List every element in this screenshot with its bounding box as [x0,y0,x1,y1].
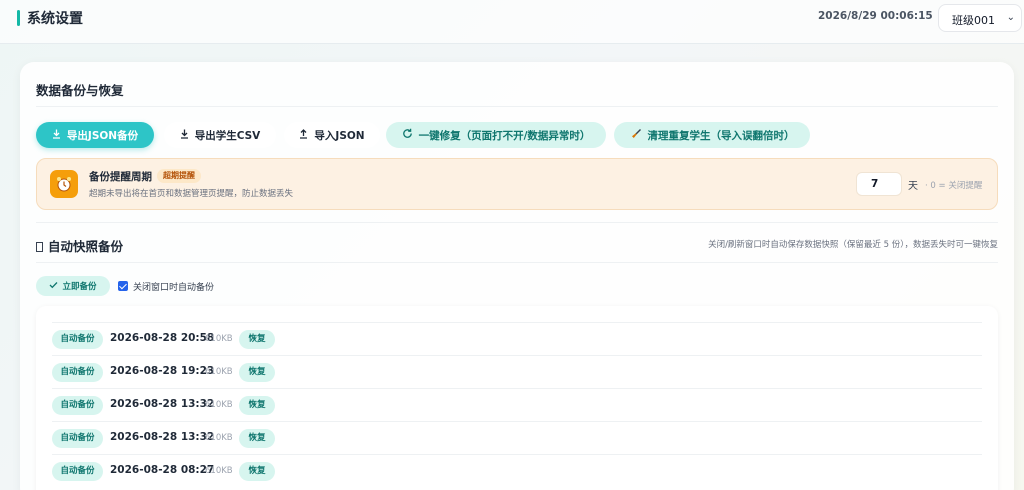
page-title: 系统设置 [27,11,83,27]
auto-backup-title: 自动快照备份 [36,236,123,255]
clean-duplicates-label: 清理重复学生（导入误翻倍时） [647,129,795,142]
snapshot-size: 610KB [205,466,233,476]
divider [36,106,998,107]
auto-backup-tag: 自动备份 [52,363,103,382]
import-json-label: 导入JSON [314,129,365,142]
divider [36,222,998,223]
auto-backup-tag: 自动备份 [52,330,103,349]
class-select-value: 班级001 [952,14,995,27]
alarm-clock-icon [50,170,78,198]
chevron-down-icon: ⌄ [1006,12,1015,23]
snapshot-row: 自动备份 2026-08-28 19:23 610KB 恢复 [52,355,982,388]
snapshot-row: 自动备份 2026-08-28 08:27 610KB 恢复 [52,454,982,487]
backup-reminder-panel: 备份提醒周期 超期提醒 超期未导出将在首页和数据管理页提醒，防止数据丢失 7 天… [36,158,998,210]
reminder-days-input[interactable]: 7 [856,172,902,196]
clean-duplicates-button[interactable]: 清理重复学生（导入误翻倍时） [614,122,810,148]
download-icon [180,129,189,142]
days-unit-label: 天 [908,181,918,192]
restore-button[interactable]: 恢复 [239,330,275,349]
refresh-icon [402,128,413,142]
repair-label: 一键修复（页面打不开/数据异常时） [418,129,591,142]
export-csv-button[interactable]: 导出学生CSV [164,122,276,148]
restore-button[interactable]: 恢复 [239,363,275,382]
current-datetime: 2026/8/29 00:06:15 [818,10,933,22]
snapshot-time: 2026-08-28 19:23 [110,365,215,377]
auto-backup-on-close-label: 关闭窗口时自动备份 [133,283,215,293]
snapshot-list: 自动备份 2026-08-28 20:58 610KB 恢复 自动备份 2026… [36,306,998,490]
overdue-badge: 超期提醒 [157,169,201,183]
auto-backup-hint: 关闭/刷新窗口时自动保存数据快照（保留最近 5 份），数据丢失时可一键恢复 [708,240,998,250]
export-json-label: 导出JSON备份 [66,129,139,142]
repair-button[interactable]: 一键修复（页面打不开/数据异常时） [386,122,606,148]
auto-backup-on-close-checkbox[interactable] [118,281,128,291]
snapshot-time: 2026-08-28 20:58 [110,332,215,344]
snapshot-size: 610KB [205,367,233,377]
backup-now-label: 立即备份 [62,282,97,292]
snapshot-time: 2026-08-28 08:27 [110,464,215,476]
auto-backup-tag: 自动备份 [52,429,103,448]
snapshot-time: 2026-08-28 13:32 [110,431,215,443]
check-icon [49,281,58,292]
placeholder-glyph-icon [36,242,43,252]
snapshot-row: 自动备份 2026-08-28 13:32 610KB 恢复 [52,388,982,421]
snapshot-row: 自动备份 2026-08-28 13:32 610KB 恢复 [52,421,982,454]
import-json-button[interactable]: 导入JSON [284,122,380,148]
restore-button[interactable]: 恢复 [239,396,275,415]
export-csv-label: 导出学生CSV [194,129,261,142]
download-icon [52,129,61,142]
class-select[interactable]: 班级001 ⌄ [938,4,1022,32]
restore-button[interactable]: 恢复 [239,429,275,448]
broom-icon [630,128,642,143]
snapshot-time: 2026-08-28 13:32 [110,398,215,410]
snapshot-size: 610KB [205,400,233,410]
export-json-button[interactable]: 导出JSON备份 [36,122,154,148]
auto-backup-title-text: 自动快照备份 [48,239,124,254]
snapshot-size: 610KB [205,334,233,344]
snapshot-size: 610KB [205,433,233,443]
auto-backup-tag: 自动备份 [52,462,103,481]
snapshot-row: 自动备份 2026-08-28 20:58 610KB 恢复 [52,322,982,355]
title-accent-bar [17,10,20,26]
reminder-title: 备份提醒周期 [89,171,152,183]
auto-backup-tag: 自动备份 [52,396,103,415]
reminder-description: 超期未导出将在首页和数据管理页提醒，防止数据丢失 [89,189,294,199]
divider [36,262,998,263]
backup-now-button[interactable]: 立即备份 [36,276,110,296]
top-bar: 系统设置 2026/8/29 00:06:15 班级001 ⌄ [0,0,1024,44]
upload-icon [299,128,308,142]
days-hint: · 0 = 关闭提醒 [925,181,983,191]
backup-card: 数据备份与恢复 导出JSON备份 导出学生CSV 导入JSON 一键修复（页面打… [20,62,1014,490]
section-title: 数据备份与恢复 [36,83,124,98]
restore-button[interactable]: 恢复 [239,462,275,481]
